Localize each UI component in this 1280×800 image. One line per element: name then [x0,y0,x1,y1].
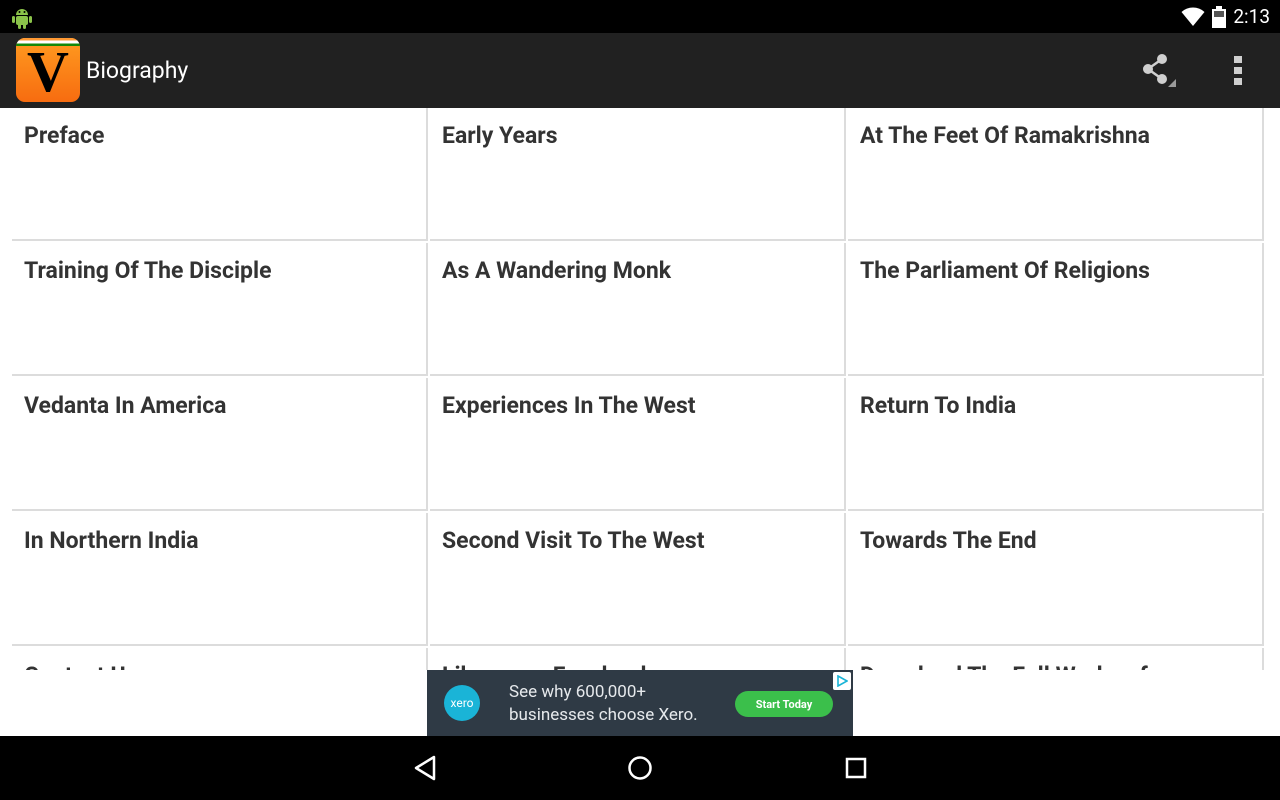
action-bar: V Biography [0,33,1280,108]
chapter-item[interactable]: Training Of The Disciple [12,243,428,376]
chapter-grid: Preface Early Years At The Feet Of Ramakri… [12,108,1268,670]
chapter-item[interactable]: Vedanta In America [12,378,428,511]
ad-cta-button[interactable]: Start Today [735,691,833,717]
ad-area: xero See why 600,000+ businesses choose … [0,670,1280,736]
chapter-item[interactable]: Towards The End [848,513,1264,646]
chapter-item[interactable]: At The Feet Of Ramakrishna [848,108,1264,241]
chapter-label: Return To India [860,392,1017,419]
share-icon [1143,54,1176,87]
page-title: Biography [86,57,189,84]
app-logo[interactable]: V [16,38,80,102]
chapter-label: Early Years [442,122,558,149]
share-button[interactable] [1134,51,1182,91]
ad-choices-icon[interactable] [833,672,851,690]
chapter-label: Download The Full Works of [860,662,1148,670]
ad-choices-glyph [837,675,848,687]
chapter-item[interactable]: As A Wandering Monk [430,243,846,376]
chapter-label: The Parliament Of Religions [860,257,1150,284]
chapter-item[interactable]: Second Visit To The West [430,513,846,646]
chapter-label: Experiences In The West [442,392,696,419]
wifi-icon [1181,7,1205,26]
ad-text: See why 600,000+ businesses choose Xero. [509,682,698,725]
chapter-label: As A Wandering Monk [442,257,672,284]
chapter-label: In Northern India [24,527,199,554]
chapter-label: Vedanta In America [24,392,227,419]
back-icon [414,755,436,781]
overflow-menu-icon [1234,56,1242,85]
chapter-item[interactable]: Early Years [430,108,846,241]
chapter-label: Contact Us [24,662,137,670]
chapter-item[interactable]: Experiences In The West [430,378,846,511]
chapter-label: Training Of The Disciple [24,257,272,284]
chapter-item[interactable]: In Northern India [12,513,428,646]
battery-icon [1212,5,1227,28]
chapter-label: Like us on Facebook [442,662,653,670]
chapter-item[interactable]: Like us on Facebook [430,648,846,670]
app-logo-letter: V [27,39,69,102]
chapter-item[interactable]: Contact Us [12,648,428,670]
chapter-label: Towards The End [860,527,1037,554]
status-time: 2:13 [1233,5,1270,28]
status-bar: 2:13 [0,0,1280,33]
status-icons: 2:13 [1181,0,1270,33]
chapter-item[interactable]: Download The Full Works of [848,648,1264,670]
android-icon [12,9,32,29]
recents-button[interactable] [826,748,886,788]
chapter-item[interactable]: The Parliament Of Religions [848,243,1264,376]
nav-bar [0,736,1280,800]
recents-icon [845,757,867,779]
back-button[interactable] [395,748,455,788]
overflow-menu-button[interactable] [1216,51,1260,91]
home-button[interactable] [610,748,670,788]
chapter-label: At The Feet Of Ramakrishna [860,122,1150,149]
chapter-label: Second Visit To The West [442,527,705,554]
ad-banner[interactable]: xero See why 600,000+ businesses choose … [427,670,853,736]
chapter-item[interactable]: Return To India [848,378,1264,511]
chapter-item[interactable]: Preface [12,108,428,241]
home-icon [628,756,652,780]
ad-logo: xero [444,685,480,721]
chapter-label: Preface [24,122,105,149]
